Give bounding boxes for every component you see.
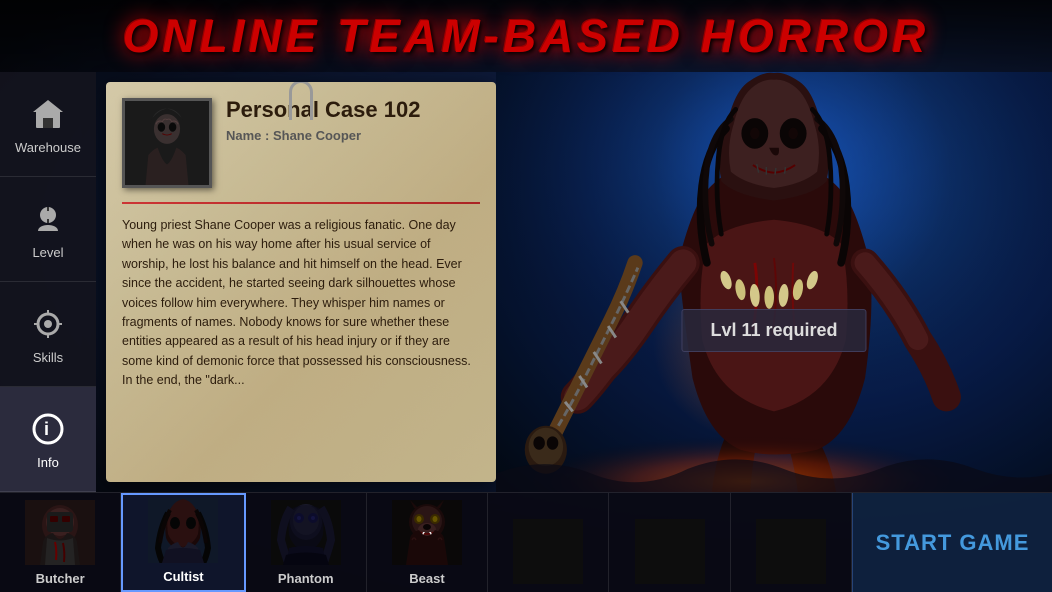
case-card: Personal Case 102 Name : Shane Cooper Yo…	[106, 82, 496, 482]
case-title: Personal Case 102	[226, 98, 480, 122]
character-select: Butcher	[0, 493, 852, 592]
monster-area: Lvl 11 required	[496, 72, 1052, 492]
warehouse-icon	[28, 94, 68, 134]
skills-label: Skills	[33, 350, 63, 365]
cultist-thumbnail	[123, 495, 243, 565]
monster-silhouette	[496, 72, 1052, 492]
phantom-label: Phantom	[278, 571, 334, 586]
level-icon	[28, 199, 68, 239]
char-slot-beast[interactable]: Beast	[367, 493, 488, 592]
beast-label: Beast	[409, 571, 444, 586]
paper-clip	[289, 82, 313, 120]
sidebar-item-warehouse[interactable]: Warehouse	[0, 72, 96, 177]
char-slot-butcher[interactable]: Butcher	[0, 493, 121, 592]
slot7-thumbnail	[731, 516, 851, 586]
butcher-thumbnail	[0, 497, 120, 567]
sidebar-item-level[interactable]: Level	[0, 177, 96, 282]
game-title: ONLINE TEAM-BASED HORROR	[123, 9, 929, 63]
char-slot-phantom[interactable]: Phantom	[246, 493, 367, 592]
char-slot-cultist[interactable]: Cultist	[121, 493, 245, 592]
header: ONLINE TEAM-BASED HORROR	[0, 0, 1052, 72]
character-portrait	[122, 98, 212, 188]
sidebar: Warehouse Level Skills	[0, 72, 96, 492]
main-content: Personal Case 102 Name : Shane Cooper Yo…	[96, 72, 1052, 492]
case-description: Young priest Shane Cooper was a religiou…	[122, 216, 480, 390]
char-slot-6[interactable]	[609, 493, 730, 592]
info-label: Info	[37, 455, 59, 470]
sidebar-item-info[interactable]: i Info	[0, 387, 96, 492]
case-divider	[122, 202, 480, 204]
skills-icon	[28, 304, 68, 344]
case-name: Name : Shane Cooper	[226, 128, 480, 143]
phantom-thumbnail	[246, 497, 366, 567]
cultist-label: Cultist	[163, 569, 203, 584]
svg-text:i: i	[44, 419, 49, 439]
slot6-thumbnail	[609, 516, 729, 586]
slot5-thumbnail	[488, 516, 608, 586]
beast-thumbnail	[367, 497, 487, 567]
sidebar-item-skills[interactable]: Skills	[0, 282, 96, 387]
start-game-label: START GAME	[876, 530, 1030, 556]
level-label: Level	[32, 245, 63, 260]
start-game-button[interactable]: START GAME	[852, 493, 1052, 592]
char-slot-7[interactable]	[731, 493, 852, 592]
char-slot-5[interactable]	[488, 493, 609, 592]
case-info: Personal Case 102 Name : Shane Cooper	[226, 98, 480, 143]
warehouse-label: Warehouse	[15, 140, 81, 155]
level-required-badge: Lvl 11 required	[681, 309, 866, 352]
bottom-bar: Butcher	[0, 492, 1052, 592]
butcher-label: Butcher	[36, 571, 85, 586]
info-icon: i	[28, 409, 68, 449]
